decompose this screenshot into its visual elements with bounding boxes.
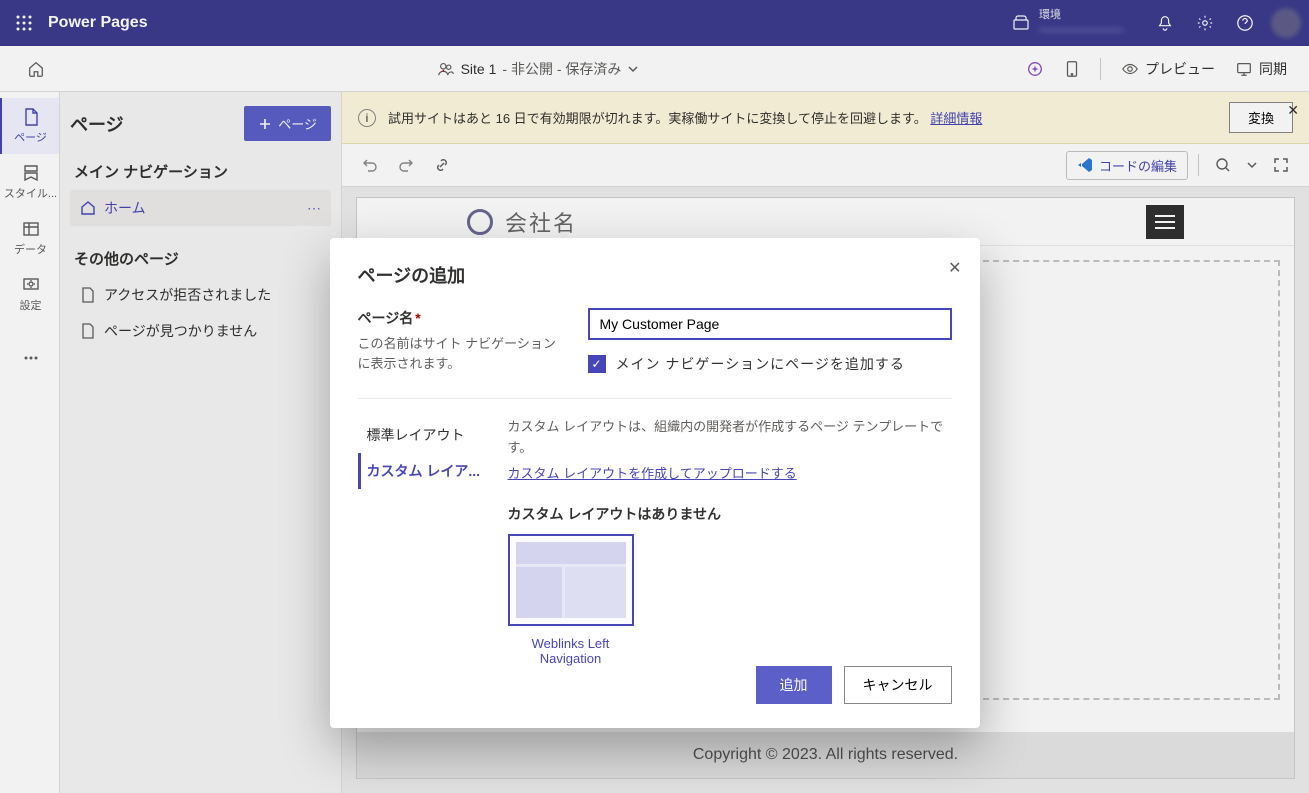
checkbox-label: メイン ナビゲーションにページを追加する xyxy=(616,354,905,374)
page-name-input[interactable] xyxy=(588,308,952,340)
no-custom-layout-heading: カスタム レイアウトはありません xyxy=(508,504,952,524)
cancel-button[interactable]: キャンセル xyxy=(844,666,952,704)
create-custom-layout-link[interactable]: カスタム レイアウトを作成してアップロードする xyxy=(508,463,797,482)
custom-layout-desc: カスタム レイアウトは、組織内の開発者が作成するページ テンプレートです。 xyxy=(508,417,952,459)
layout-card-weblinks[interactable] xyxy=(508,534,634,626)
tab-custom-layout[interactable]: カスタム レイア... xyxy=(358,453,488,489)
tab-standard-layout[interactable]: 標準レイアウト xyxy=(358,417,488,453)
layout-caption: Weblinks Left Navigation xyxy=(508,636,634,666)
add-button[interactable]: 追加 xyxy=(756,666,832,704)
modal-backdrop: ページの追加 ✕ ページ名* この名前はサイト ナビゲーションに表示されます。 … xyxy=(0,0,1309,793)
layout-tabs: 標準レイアウト カスタム レイア... xyxy=(358,417,488,489)
add-page-modal: ページの追加 ✕ ページ名* この名前はサイト ナビゲーションに表示されます。 … xyxy=(330,238,980,728)
modal-title: ページの追加 xyxy=(358,262,952,288)
page-name-label: ページ名* xyxy=(358,308,568,328)
add-to-nav-checkbox[interactable]: ✓ xyxy=(588,355,606,373)
page-name-help: この名前はサイト ナビゲーションに表示されます。 xyxy=(358,334,568,373)
close-icon[interactable]: ✕ xyxy=(948,258,961,278)
